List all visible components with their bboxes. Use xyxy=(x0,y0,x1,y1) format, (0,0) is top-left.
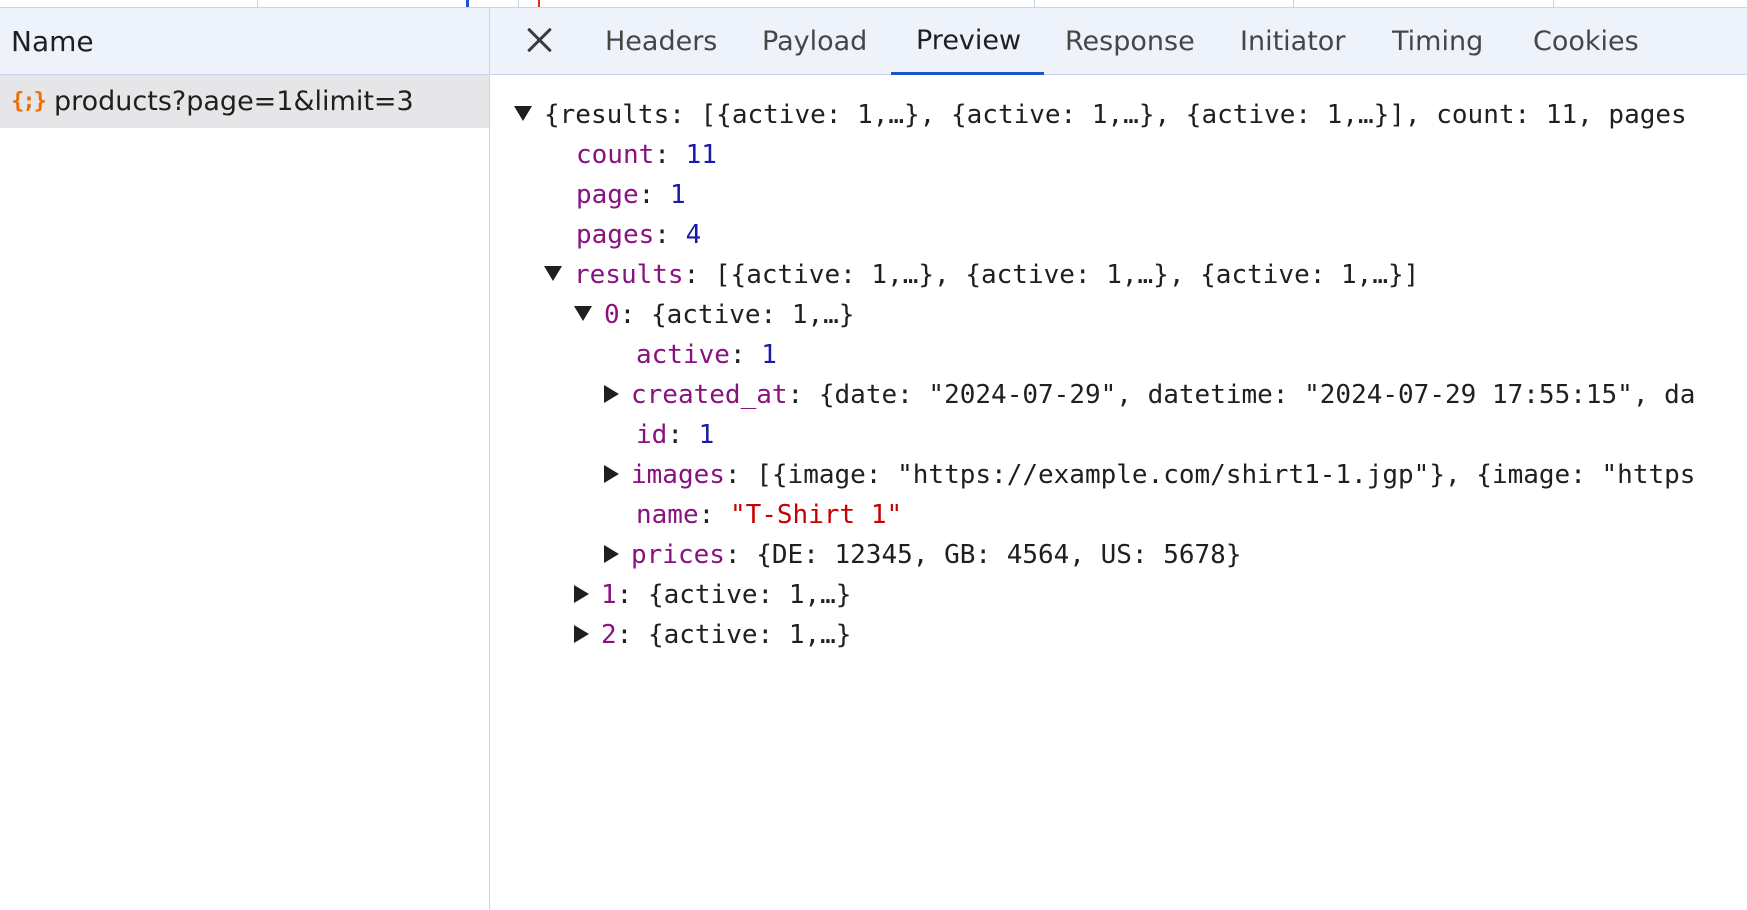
node-key: images xyxy=(631,460,725,490)
json-preview-tree: {results: [{active: 1,…}, {active: 1,…},… xyxy=(490,75,1747,910)
node-key: 0 xyxy=(604,300,620,330)
node-value: 4 xyxy=(685,220,702,250)
root-summary: {results: [{active: 1,…}, {active: 1,…},… xyxy=(544,100,1687,130)
request-list-header[interactable]: Name xyxy=(0,8,489,75)
tree-node-root[interactable]: {results: [{active: 1,…}, {active: 1,…},… xyxy=(514,95,1687,135)
node-summary: {date: "2024-07-29", datetime: "2024-07-… xyxy=(818,380,1696,410)
node-summary: {active: 1,…} xyxy=(647,580,852,610)
node-value: 1 xyxy=(761,340,777,370)
node-summary: {active: 1,…} xyxy=(650,300,855,330)
name-column-header[interactable]: Name xyxy=(11,25,94,58)
node-key: created_at xyxy=(631,380,788,410)
tree-node-active: active: 1 xyxy=(636,340,777,370)
node-key: results xyxy=(574,260,684,290)
tree-node-created-at[interactable]: created_at: {date: "2024-07-29", datetim… xyxy=(604,375,1695,415)
node-key: page xyxy=(576,180,639,210)
tree-node-pages: pages: 4 xyxy=(576,220,702,250)
node-summary: {active: 1,…} xyxy=(647,620,852,650)
node-key: 2 xyxy=(601,620,617,650)
tab-timing[interactable]: Timing xyxy=(1392,8,1483,75)
node-summary: [{image: "https://example.com/shirt1-1.j… xyxy=(756,460,1696,490)
node-key: name xyxy=(636,500,699,530)
tree-node-count: count: 11 xyxy=(576,140,717,170)
expand-right-icon[interactable] xyxy=(604,384,619,403)
node-summary: [{active: 1,…}, {active: 1,…}, {active: … xyxy=(714,260,1420,290)
node-value: 1 xyxy=(669,180,686,210)
tab-response[interactable]: Response xyxy=(1065,8,1195,75)
tree-node-images[interactable]: images: [{image: "https://example.com/sh… xyxy=(604,455,1695,495)
timeline-marker-blue xyxy=(466,0,469,7)
expand-down-icon[interactable] xyxy=(574,306,592,321)
node-summary: {DE: 12345, GB: 4564, US: 5678} xyxy=(756,540,1242,570)
tree-node-results[interactable]: results: [{active: 1,…}, {active: 1,…}, … xyxy=(544,255,1419,295)
node-key: pages xyxy=(576,220,655,250)
node-key: id xyxy=(636,420,668,450)
tab-headers[interactable]: Headers xyxy=(605,8,717,75)
tab-preview[interactable]: Preview xyxy=(891,8,1045,75)
request-list-pane: Name {;} products?page=1&limit=3 xyxy=(0,8,490,910)
expand-down-icon[interactable] xyxy=(514,106,532,121)
expand-right-icon[interactable] xyxy=(604,544,619,563)
node-value: 1 xyxy=(698,420,715,450)
request-row[interactable]: {;} products?page=1&limit=3 xyxy=(0,75,489,128)
tree-node-name: name: "T-Shirt 1" xyxy=(636,500,903,530)
request-detail-pane: Headers Payload Preview Response Initiat… xyxy=(490,8,1747,910)
expand-down-icon[interactable] xyxy=(544,266,562,281)
expand-right-icon[interactable] xyxy=(574,584,589,603)
timeline-marker-red xyxy=(538,0,540,7)
tree-node-page: page: 1 xyxy=(576,180,686,210)
expand-right-icon[interactable] xyxy=(574,624,589,643)
expand-right-icon[interactable] xyxy=(604,464,619,483)
close-icon[interactable] xyxy=(522,22,558,58)
detail-tab-bar: Headers Payload Preview Response Initiat… xyxy=(490,8,1747,75)
tab-payload[interactable]: Payload xyxy=(762,8,867,75)
request-name: products?page=1&limit=3 xyxy=(54,86,414,117)
node-value: 11 xyxy=(685,140,717,170)
top-resize-strip xyxy=(0,0,1747,8)
tree-node-item-0[interactable]: 0: {active: 1,…} xyxy=(574,295,854,335)
tree-node-item-1[interactable]: 1: {active: 1,…} xyxy=(574,575,851,615)
tree-node-id: id: 1 xyxy=(636,420,715,450)
json-braces-icon: {;} xyxy=(11,89,47,114)
node-key: active xyxy=(636,340,730,370)
tab-initiator[interactable]: Initiator xyxy=(1240,8,1345,75)
node-key: count xyxy=(576,140,655,170)
node-key: 1 xyxy=(601,580,617,610)
tree-node-prices[interactable]: prices: {DE: 12345, GB: 4564, US: 5678} xyxy=(604,535,1242,575)
node-key: prices xyxy=(631,540,725,570)
tree-node-item-2[interactable]: 2: {active: 1,…} xyxy=(574,615,851,655)
tab-cookies[interactable]: Cookies xyxy=(1533,8,1639,75)
node-value: "T-Shirt 1" xyxy=(729,500,903,530)
